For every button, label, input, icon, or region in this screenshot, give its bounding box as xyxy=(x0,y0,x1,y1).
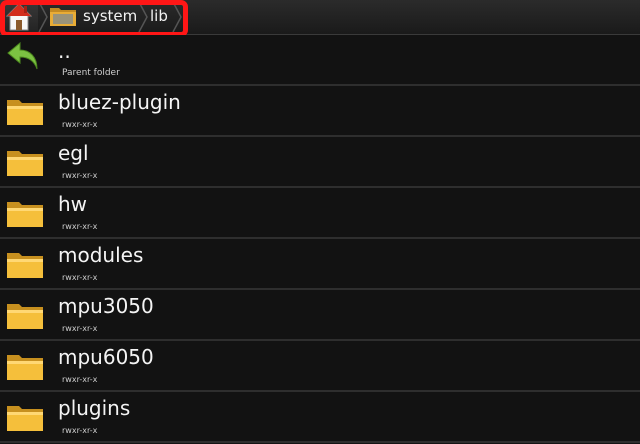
parent-folder-row[interactable]: .. Parent folder xyxy=(0,35,640,86)
breadcrumb-separator xyxy=(38,2,48,32)
folder-icon xyxy=(7,355,43,380)
folder-name: plugins xyxy=(58,396,131,420)
parent-folder-name: .. xyxy=(58,39,71,63)
folder-name: hw xyxy=(58,192,88,216)
breadcrumb-separator xyxy=(138,2,148,32)
folder-icon xyxy=(7,202,43,227)
breadcrumb-separator xyxy=(172,2,182,32)
folder-name: mpu6050 xyxy=(58,345,154,369)
folder-permissions: rwxr-xr-x xyxy=(62,120,98,129)
list-item[interactable]: mpu3050 rwxr-xr-x xyxy=(0,290,640,341)
folder-name: modules xyxy=(58,243,144,267)
folder-permissions: rwxr-xr-x xyxy=(62,324,98,333)
file-manager-screen: system lib .. Parent folder bluez-plugin xyxy=(0,0,640,444)
folder-permissions: rwxr-xr-x xyxy=(62,426,98,435)
home-button[interactable] xyxy=(0,0,38,34)
folder-name: mpu3050 xyxy=(58,294,154,318)
breadcrumb-item-lib[interactable]: lib xyxy=(150,0,168,34)
folder-icon xyxy=(7,151,43,176)
list-item[interactable]: plugins rwxr-xr-x xyxy=(0,392,640,443)
file-list: .. Parent folder bluez-plugin rwxr-xr-x … xyxy=(0,35,640,443)
list-item[interactable]: modules rwxr-xr-x xyxy=(0,239,640,290)
folder-icon xyxy=(7,304,43,329)
folder-name: egl xyxy=(58,141,89,165)
folder-permissions: rwxr-xr-x xyxy=(62,273,98,282)
breadcrumb-item-system[interactable]: system xyxy=(83,0,137,34)
parent-folder-label: Parent folder xyxy=(62,68,120,78)
back-arrow-icon xyxy=(7,41,38,70)
breadcrumb: system lib xyxy=(0,0,640,37)
folder-permissions: rwxr-xr-x xyxy=(62,375,98,384)
folder-name: bluez-plugin xyxy=(58,90,181,114)
list-item[interactable]: mpu6050 rwxr-xr-x xyxy=(0,341,640,392)
folder-permissions: rwxr-xr-x xyxy=(62,171,98,180)
list-item[interactable]: hw rwxr-xr-x xyxy=(0,188,640,239)
list-item[interactable]: egl rwxr-xr-x xyxy=(0,137,640,188)
home-icon xyxy=(6,3,32,31)
folder-icon xyxy=(7,253,43,278)
folder-icon xyxy=(50,8,76,26)
folder-icon xyxy=(7,406,43,431)
list-item[interactable]: bluez-plugin rwxr-xr-x xyxy=(0,86,640,137)
folder-icon xyxy=(7,100,43,125)
folder-permissions: rwxr-xr-x xyxy=(62,222,98,231)
